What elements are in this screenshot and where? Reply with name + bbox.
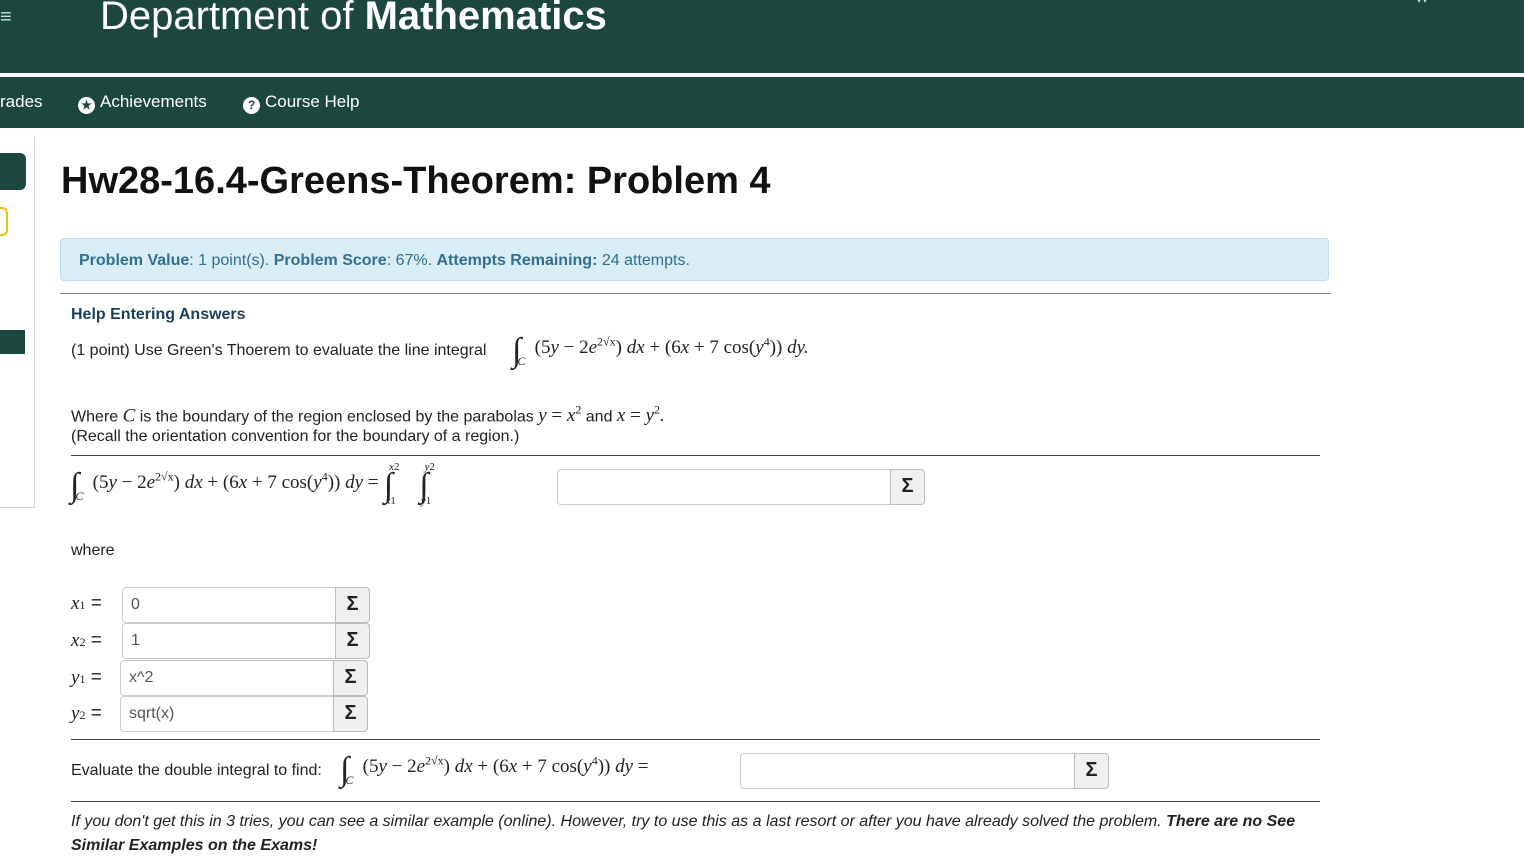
where-text-2: is the boundary of the region enclosed b…	[139, 408, 534, 426]
sidebar-active-item[interactable]	[0, 153, 26, 190]
problem-value-label: Problem Value	[79, 252, 190, 269]
nav-course-help-label: Course Help	[265, 92, 360, 111]
main-nav: rades ★ Achievements ? Course Help	[0, 77, 1524, 128]
problem-value: : 1 point(s).	[189, 252, 270, 269]
x2-label: x2 =	[71, 630, 102, 651]
x2-sigma-icon[interactable]: Σ	[335, 623, 370, 659]
y2-input[interactable]	[120, 696, 334, 732]
problem-score-label: Problem Score	[273, 252, 387, 269]
divider	[71, 739, 1320, 740]
sidebar-item[interactable]	[0, 330, 25, 354]
divider	[71, 801, 1320, 802]
equation-editor-sigma-icon[interactable]: Σ	[890, 469, 925, 505]
and-text: and	[585, 408, 613, 426]
note-text: If you don't get this in 3 tries, you ca…	[71, 813, 1162, 830]
attempts-remaining: 24 attempts.	[601, 252, 690, 269]
divider	[71, 455, 1320, 456]
final-sigma-icon[interactable]: Σ	[1074, 753, 1109, 789]
sidebar-bottom-border	[0, 507, 35, 508]
problem-intro: (1 point) Use Green's Thoerem to evaluat…	[71, 342, 487, 359]
nav-achievements-label: Achievements	[100, 92, 207, 111]
y1-label: y1 =	[71, 667, 102, 688]
star-icon: ★	[78, 97, 95, 114]
evaluate-prompt: Evaluate the double integral to find:	[71, 762, 322, 779]
divider	[60, 293, 1331, 294]
y1-sigma-icon[interactable]: Σ	[333, 660, 368, 696]
where-label: where	[71, 542, 115, 559]
final-integral-expression: ∫C (5y − 2e2√x) dx + (6x + 7 cos(y4)) dy…	[340, 751, 649, 788]
department-name: Mathematics	[364, 0, 607, 38]
department-prefix: Department of	[100, 0, 354, 38]
user-menu-icon[interactable]: ▾▾	[1416, 0, 1428, 6]
department-title: Department of Mathematics	[100, 0, 607, 39]
orientation-reminder: (Recall the orientation convention for t…	[71, 428, 520, 445]
nav-grades[interactable]: rades	[0, 92, 43, 112]
attempts-label: Attempts Remaining:	[436, 252, 598, 269]
problem-score: : 67%.	[386, 252, 433, 269]
where-text-1: Where	[71, 408, 119, 426]
sidebar-highlight-item[interactable]	[0, 207, 8, 236]
y1-input[interactable]	[120, 660, 334, 696]
nav-achievements[interactable]: ★ Achievements	[78, 92, 207, 114]
final-answer-input[interactable]	[740, 753, 1075, 789]
integrand-input[interactable]	[557, 469, 891, 505]
line-integral-expression: ∫C (5y − 2e2√x) dx + (6x + 7 cos(y4)) dy…	[512, 332, 809, 369]
nav-course-help[interactable]: ? Course Help	[243, 92, 360, 114]
similar-example-note: If you don't get this in 3 tries, you ca…	[71, 810, 1321, 858]
help-entering-answers-link[interactable]: Help Entering Answers	[71, 306, 246, 324]
x2-input[interactable]	[122, 623, 336, 659]
y2-label: y2 =	[71, 703, 102, 724]
x1-input[interactable]	[122, 587, 336, 623]
sidebar-border	[34, 137, 35, 507]
region-description: Where C is the boundary of the region en…	[71, 403, 665, 427]
site-header: ≡ Department of Mathematics ▾▾	[0, 0, 1524, 73]
x1-label: x1 =	[71, 593, 102, 614]
problem-status-alert: Problem Value: 1 point(s). Problem Score…	[60, 238, 1329, 281]
greens-equation: ∫C (5y − 2e2√x) dx + (6x + 7 cos(y4)) dy…	[70, 461, 435, 507]
y2-sigma-icon[interactable]: Σ	[333, 696, 368, 732]
page-title: Hw28-16.4-Greens-Theorem: Problem 4	[61, 160, 771, 202]
question-icon: ?	[243, 97, 260, 114]
x1-sigma-icon[interactable]: Σ	[335, 587, 370, 623]
menu-icon[interactable]: ≡	[0, 6, 12, 29]
